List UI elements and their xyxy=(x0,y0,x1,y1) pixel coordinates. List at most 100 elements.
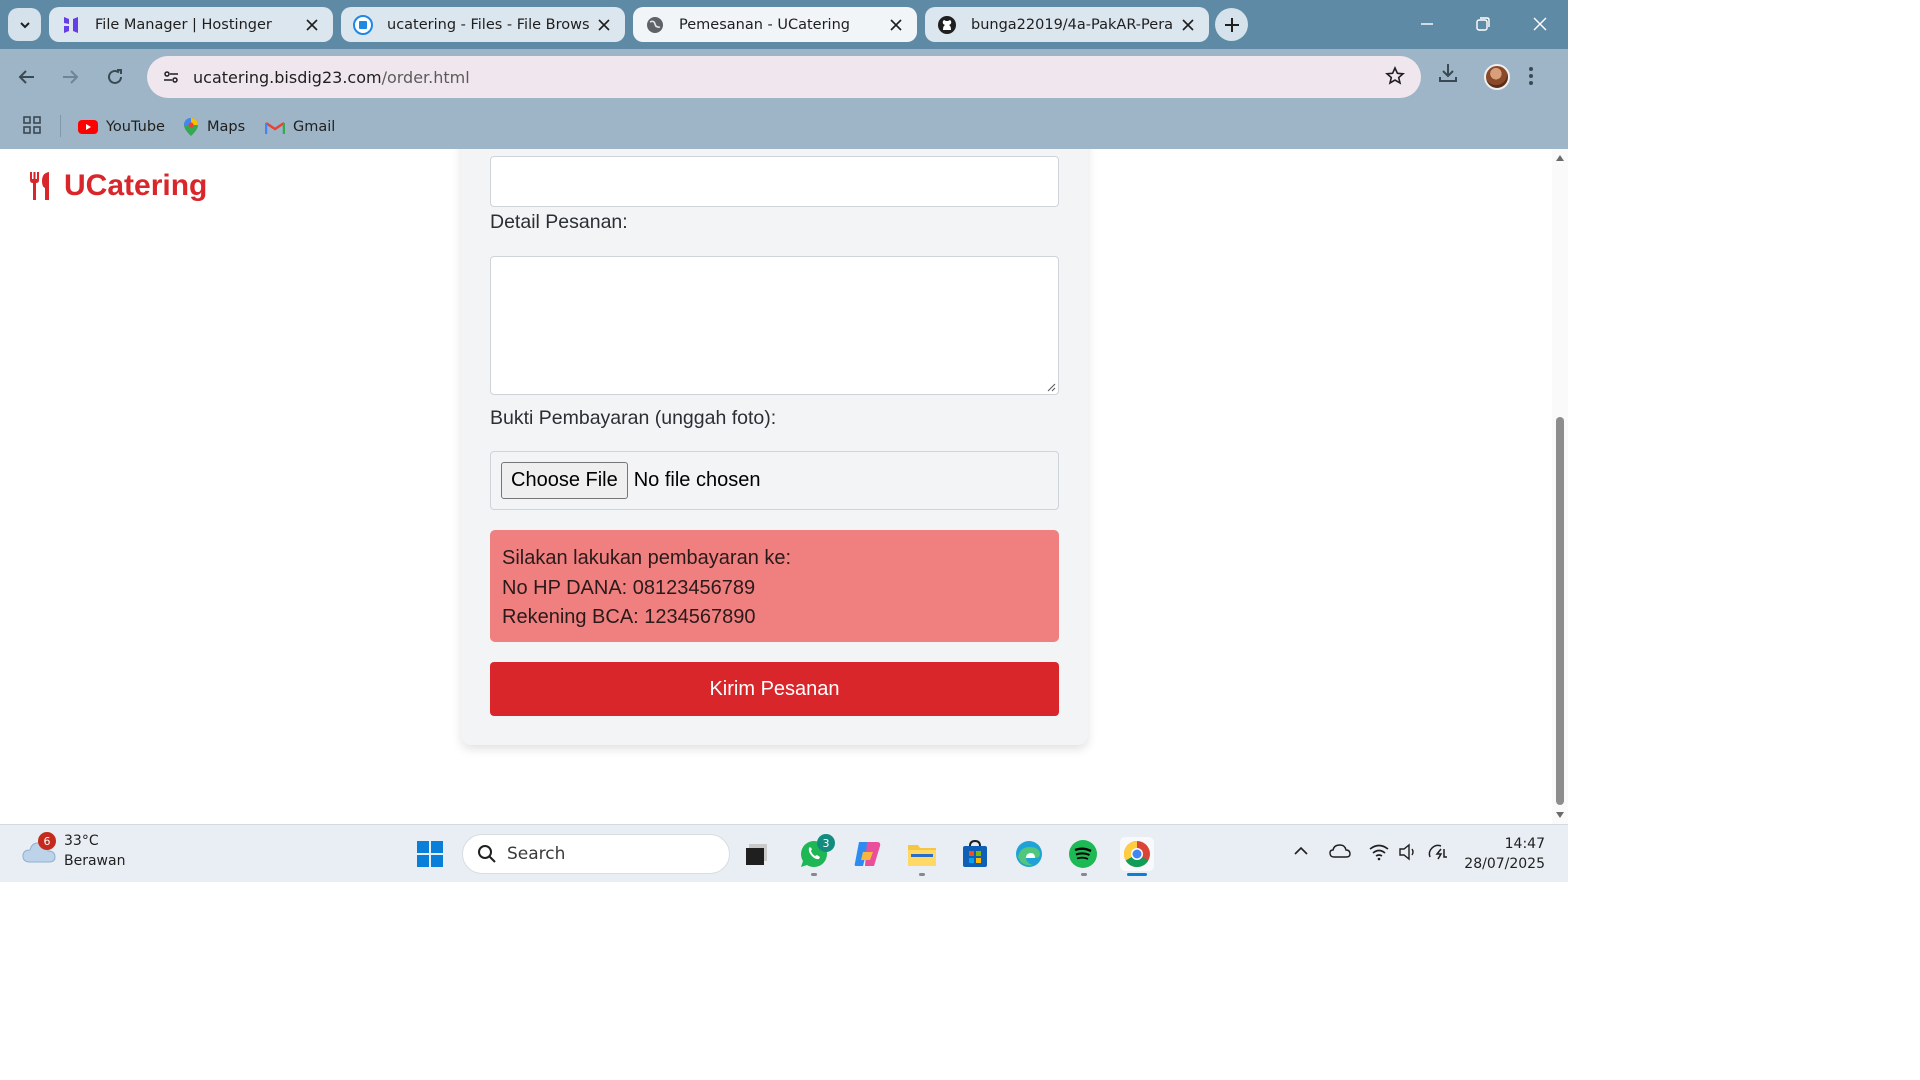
clock[interactable]: 14:47 28/07/2025 xyxy=(1455,834,1545,874)
minimize-icon xyxy=(1421,23,1433,25)
url-text: ucatering.bisdig23.com/order.html xyxy=(193,68,470,87)
new-tab-button[interactable] xyxy=(1215,8,1248,41)
order-form-card: Detail Pesanan: Bukti Pembayaran (unggah… xyxy=(461,149,1088,745)
tab-title: File Manager | Hostinger xyxy=(95,16,272,33)
more-options-icon[interactable] xyxy=(1528,65,1534,92)
browser-titlebar: File Manager | Hostinger ucatering - Fil… xyxy=(0,0,1568,49)
close-icon[interactable] xyxy=(595,16,613,34)
active-indicator xyxy=(1127,873,1147,876)
task-view-icon xyxy=(746,844,767,865)
weather-description: Berawan xyxy=(64,853,126,869)
proof-label: Bukti Pembayaran (unggah foto): xyxy=(490,407,777,429)
youtube-icon xyxy=(78,120,98,134)
hostinger-icon xyxy=(61,15,81,35)
file-status-text: No file chosen xyxy=(633,469,761,491)
task-view-button[interactable] xyxy=(740,837,774,871)
windows-logo-icon xyxy=(417,841,443,867)
close-icon[interactable] xyxy=(1179,16,1197,34)
page-scrollbar[interactable] xyxy=(1552,149,1568,824)
payment-bca: Rekening BCA: 1234567890 xyxy=(502,606,756,628)
bookmark-star-icon[interactable] xyxy=(1385,66,1405,91)
taskbar-search[interactable]: Search xyxy=(462,834,730,874)
payment-info-box: Silakan lakukan pembayaran ke: No HP DAN… xyxy=(490,530,1059,642)
bookmark-label: Maps xyxy=(207,119,246,135)
onedrive-icon[interactable] xyxy=(1329,843,1351,864)
bookmark-maps[interactable]: Maps xyxy=(183,113,245,141)
chrome-app[interactable] xyxy=(1120,837,1154,871)
close-window-button[interactable] xyxy=(1525,10,1555,38)
brand-logo[interactable]: UCatering xyxy=(28,169,207,203)
file-upload-field: Choose File No file chosen xyxy=(490,451,1059,510)
volume-icon[interactable] xyxy=(1398,843,1418,866)
page-viewport: UCatering Detail Pesanan: Bukti Pembayar… xyxy=(0,149,1552,824)
folder-icon xyxy=(908,845,936,866)
tab-pemesanan[interactable]: Pemesanan - UCatering xyxy=(633,7,917,42)
forward-button[interactable] xyxy=(53,60,87,94)
windows-taskbar: 33°C Berawan 6 Search 3 14:47 28/07/2025 xyxy=(0,824,1568,882)
temperature: 33°C xyxy=(64,833,99,849)
scroll-down-icon[interactable] xyxy=(1555,810,1565,820)
bookmark-youtube[interactable]: YouTube xyxy=(78,113,165,141)
scroll-up-icon[interactable] xyxy=(1555,153,1565,163)
address-bar[interactable]: ucatering.bisdig23.com/order.html xyxy=(147,56,1421,98)
bookmark-label: Gmail xyxy=(293,119,336,135)
chevron-up-icon[interactable] xyxy=(1293,843,1309,864)
running-indicator xyxy=(919,873,925,876)
submit-order-button[interactable]: Kirim Pesanan xyxy=(490,662,1059,716)
tab-search-button[interactable] xyxy=(8,8,41,41)
bookmarks-divider xyxy=(60,115,61,137)
github-icon xyxy=(937,15,957,35)
reload-icon xyxy=(108,69,122,84)
globe-icon xyxy=(645,15,665,35)
close-icon[interactable] xyxy=(887,16,905,34)
apps-grid-icon[interactable] xyxy=(22,115,42,139)
clock-date: 28/07/2025 xyxy=(1464,856,1545,872)
resize-handle-icon[interactable] xyxy=(1046,382,1056,392)
tab-file-manager[interactable]: File Manager | Hostinger xyxy=(49,7,333,42)
utensils-icon xyxy=(30,172,49,200)
choose-file-button[interactable]: Choose File xyxy=(501,462,628,499)
tab-github[interactable]: bunga22019/4a-PakAR-Peranca xyxy=(925,7,1209,42)
store-app[interactable] xyxy=(958,837,992,871)
bookmark-label: YouTube xyxy=(106,119,165,135)
detail-label: Detail Pesanan: xyxy=(490,211,628,233)
copilot-app[interactable] xyxy=(851,837,885,871)
store-icon xyxy=(963,840,987,867)
search-icon xyxy=(478,845,496,863)
reload-button[interactable] xyxy=(98,60,132,94)
download-icon[interactable] xyxy=(1437,62,1459,89)
running-indicator xyxy=(811,873,817,876)
file-browser-icon xyxy=(353,14,373,35)
running-indicator xyxy=(1081,873,1087,876)
chrome-icon xyxy=(1123,840,1150,868)
scroll-thumb[interactable] xyxy=(1556,417,1564,805)
battery-icon[interactable] xyxy=(1427,843,1449,866)
back-button[interactable] xyxy=(10,60,44,94)
bookmarks-bar: YouTube Maps Gmail xyxy=(0,105,1568,149)
start-button[interactable] xyxy=(413,837,447,871)
close-icon[interactable] xyxy=(303,16,321,34)
arrow-right-icon xyxy=(63,70,79,84)
payment-dana: No HP DANA: 08123456789 xyxy=(502,576,756,599)
gmail-icon xyxy=(265,121,285,134)
restore-button[interactable] xyxy=(1468,10,1498,38)
close-icon xyxy=(1533,17,1547,31)
wifi-icon[interactable] xyxy=(1368,843,1390,866)
edge-app[interactable] xyxy=(1012,837,1046,871)
detail-textarea[interactable] xyxy=(490,256,1059,395)
profile-avatar[interactable] xyxy=(1484,64,1510,90)
previous-input-field[interactable] xyxy=(490,156,1059,207)
minimize-button[interactable] xyxy=(1412,10,1442,38)
spotify-app[interactable] xyxy=(1066,837,1100,871)
clock-time: 14:47 xyxy=(1504,836,1545,852)
copilot-icon xyxy=(854,842,881,866)
file-explorer-app[interactable] xyxy=(905,837,939,871)
site-info-icon[interactable] xyxy=(157,63,185,91)
plus-icon xyxy=(1224,17,1239,32)
tab-title: ucatering - Files - File Browser xyxy=(387,16,589,33)
tab-file-browser[interactable]: ucatering - Files - File Browser xyxy=(341,7,625,42)
url-path: /order.html xyxy=(381,67,470,87)
bookmark-gmail[interactable]: Gmail xyxy=(265,113,335,141)
restore-icon xyxy=(1476,17,1490,31)
edge-icon xyxy=(1016,841,1042,867)
